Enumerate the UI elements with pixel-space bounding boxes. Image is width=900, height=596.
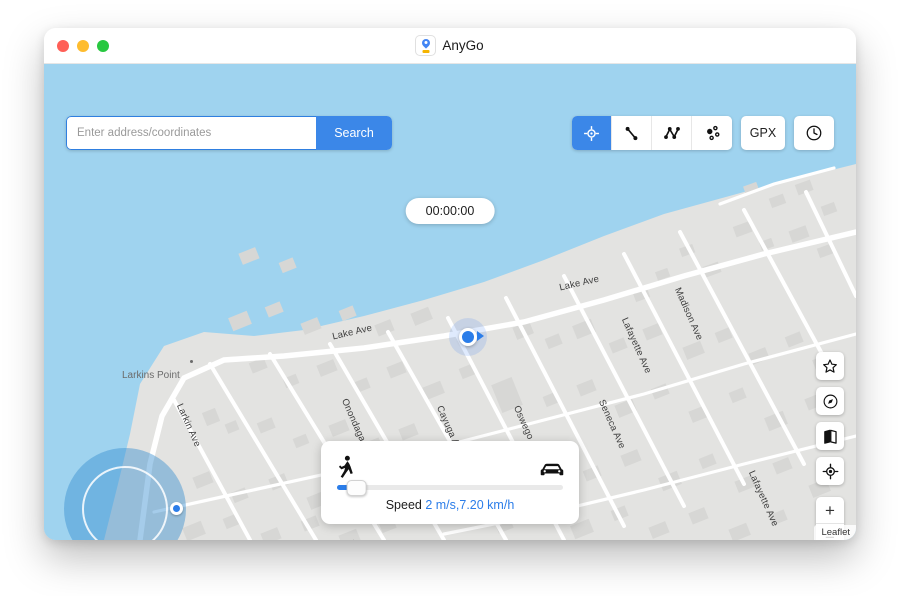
clock-icon[interactable]: [794, 116, 834, 150]
map-controls: + −: [816, 352, 844, 540]
favorites-star-icon[interactable]: [816, 352, 844, 380]
gpx-button[interactable]: GPX: [741, 116, 785, 150]
search-bar[interactable]: Search: [66, 116, 392, 150]
crosshair-target-icon[interactable]: [572, 116, 612, 150]
speed-label: Speed: [386, 498, 422, 512]
minimize-button[interactable]: [77, 40, 89, 52]
speed-icon-row: [335, 453, 565, 479]
title-bar: AnyGo: [44, 28, 856, 64]
car-icon: [539, 461, 565, 479]
search-button[interactable]: Search: [316, 116, 392, 150]
search-input[interactable]: [66, 116, 316, 150]
maximize-button[interactable]: [97, 40, 109, 52]
map-canvas[interactable]: Larkins Point Lake Ave Lake Ave Madison …: [44, 64, 856, 540]
app-title: AnyGo: [442, 38, 483, 53]
close-button[interactable]: [57, 40, 69, 52]
heading-arrow-icon: [477, 331, 484, 341]
secondary-location-dot: [170, 502, 183, 515]
speed-panel: Speed 2 m/s,7.20 km/h: [321, 441, 579, 524]
map-attribution[interactable]: Leaflet: [814, 525, 856, 540]
speed-readout: Speed 2 m/s,7.20 km/h: [335, 498, 565, 512]
app-window: AnyGo: [44, 28, 856, 540]
locate-me-icon[interactable]: [816, 457, 844, 485]
current-location-marker[interactable]: [449, 318, 487, 356]
walking-person-icon: [335, 455, 357, 479]
mode-button-group: [572, 116, 732, 150]
jump-teleport-icon[interactable]: [692, 116, 732, 150]
map-pin-icon: [416, 36, 435, 55]
poi-dot: [190, 360, 193, 363]
compass-icon[interactable]: [816, 387, 844, 415]
multi-stop-route-icon[interactable]: [652, 116, 692, 150]
speed-slider-thumb[interactable]: [347, 480, 367, 496]
poi-label-larkins-point: Larkins Point: [122, 370, 180, 381]
speed-value: 2 m/s,7.20 km/h: [425, 498, 514, 512]
accuracy-circle: [64, 448, 186, 540]
speed-slider[interactable]: [337, 485, 563, 490]
two-point-route-icon[interactable]: [612, 116, 652, 150]
map-layers-icon[interactable]: [816, 422, 844, 450]
elapsed-timer: 00:00:00: [406, 198, 495, 224]
mode-toolbar: GPX: [572, 116, 834, 150]
window-controls: [57, 40, 109, 52]
title-center-group: AnyGo: [44, 36, 856, 55]
zoom-in-button[interactable]: +: [816, 497, 844, 524]
